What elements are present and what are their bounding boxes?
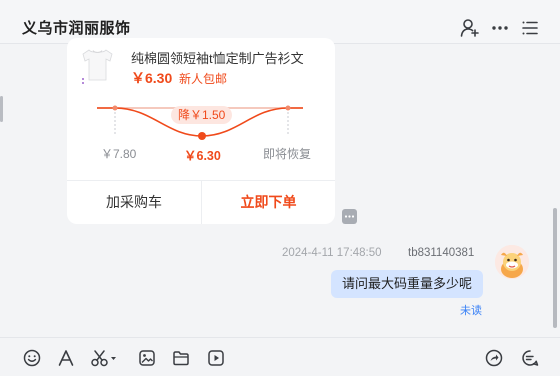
product-title[interactable]: 纯棉圆领短袖t恤定制广告衫文 [131, 48, 304, 67]
avatar[interactable] [495, 245, 529, 279]
product-card[interactable]: 纯棉圆领短袖t恤定制广告衫文 ￥6.30 新人包邮 降￥1.50 ￥7.80 ￥… [67, 38, 335, 224]
screenshot-icon[interactable] [90, 348, 120, 368]
add-contact-icon[interactable] [460, 18, 480, 38]
restore-price-label: 即将恢复 [263, 147, 312, 161]
emoji-icon[interactable] [22, 348, 42, 368]
message-sender: tb831140381 [408, 247, 475, 259]
price-drop-badge: 降￥1.50 [171, 106, 233, 124]
folder-icon[interactable] [171, 348, 191, 368]
image-icon[interactable] [137, 348, 157, 368]
add-to-cart-button[interactable]: 加采购车 [67, 181, 201, 224]
chat-scrollbar[interactable] [553, 208, 557, 328]
menu-icon[interactable] [520, 18, 540, 38]
panel-resize-handle[interactable] [0, 96, 3, 122]
shop-title: 义乌市润丽服饰 [22, 20, 131, 37]
product-price: ￥6.30 [131, 70, 173, 86]
card-more-icon[interactable] [342, 209, 357, 224]
order-now-button[interactable]: 立即下单 [202, 181, 335, 224]
share-icon[interactable] [484, 348, 504, 368]
video-icon[interactable] [206, 348, 226, 368]
input-divider [0, 337, 560, 338]
shipping-badge: 新人包邮 [179, 72, 228, 86]
read-status: 未读 [460, 305, 482, 317]
more-icon[interactable] [490, 18, 510, 38]
message-timestamp: 2024-4-11 17:48:50 [282, 247, 382, 259]
original-price-label: ￥7.80 [101, 147, 137, 161]
tshirt-image[interactable] [79, 44, 115, 86]
quick-reply-icon[interactable] [520, 348, 540, 368]
current-price-label: ￥6.30 [184, 149, 221, 163]
font-icon[interactable] [56, 348, 76, 368]
message-bubble[interactable]: 请问最大码重量多少呢 [331, 270, 484, 298]
